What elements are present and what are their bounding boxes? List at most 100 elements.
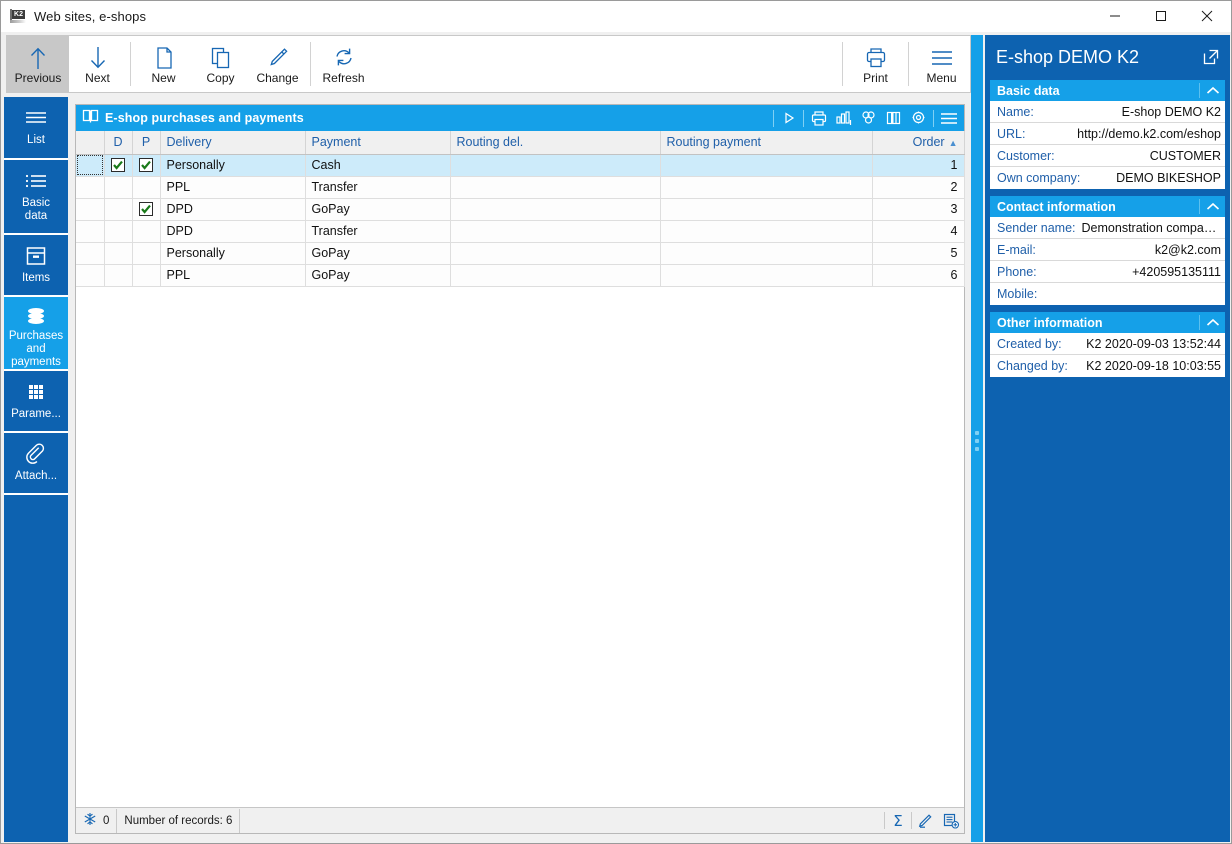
row-selector[interactable] xyxy=(76,242,105,265)
settings-gear-icon[interactable] xyxy=(906,106,931,130)
cell-order[interactable]: 3 xyxy=(872,198,965,221)
print-button[interactable]: Print xyxy=(847,36,904,92)
cell-p[interactable] xyxy=(132,154,161,177)
pivot-cubes-icon[interactable] xyxy=(856,106,881,130)
cell-payment[interactable]: GoPay xyxy=(305,198,451,221)
cell-payment[interactable]: GoPay xyxy=(305,264,451,287)
row-selector[interactable] xyxy=(76,264,105,287)
cell-delivery[interactable]: PPL xyxy=(160,264,306,287)
cell-d[interactable] xyxy=(104,176,133,199)
column-header-rowselect[interactable] xyxy=(76,131,105,155)
cell-payment[interactable]: GoPay xyxy=(305,242,451,265)
new-button[interactable]: New xyxy=(135,36,192,92)
cell-d[interactable] xyxy=(104,264,133,287)
cell-routing-del[interactable] xyxy=(450,154,661,177)
cell-d[interactable] xyxy=(104,220,133,243)
cell-routing-del[interactable] xyxy=(450,242,661,265)
cell-routing-payment[interactable] xyxy=(660,242,873,265)
printer-icon[interactable] xyxy=(806,106,831,130)
column-header-routing-del[interactable]: Routing del. xyxy=(450,131,661,155)
cell-delivery[interactable]: DPD xyxy=(160,220,306,243)
table-row[interactable]: DPD GoPay 3 xyxy=(76,198,965,221)
columns-icon[interactable] xyxy=(881,106,906,130)
cell-delivery[interactable]: Personally xyxy=(160,242,306,265)
column-header-delivery[interactable]: Delivery xyxy=(160,131,306,155)
pencil-edit-icon[interactable] xyxy=(912,809,938,833)
previous-button[interactable]: Previous xyxy=(7,36,69,92)
checkbox-checked[interactable] xyxy=(139,202,153,217)
sidebar-item-list[interactable]: List xyxy=(4,97,68,160)
column-header-order[interactable]: Order ▲ xyxy=(872,131,965,155)
new-record-icon[interactable] xyxy=(938,809,964,833)
cell-p[interactable] xyxy=(132,176,161,199)
chevron-up-icon[interactable] xyxy=(1199,315,1225,330)
next-button[interactable]: Next xyxy=(69,36,126,92)
cell-delivery[interactable]: Personally xyxy=(160,154,306,177)
copy-button[interactable]: Copy xyxy=(192,36,249,92)
hamburger-menu-icon[interactable] xyxy=(936,106,961,130)
sidebar-item-attachments[interactable]: Attach... xyxy=(4,433,68,495)
cell-routing-del[interactable] xyxy=(450,176,661,199)
row-selector[interactable] xyxy=(76,154,105,177)
table-row[interactable]: Personally Cash 1 xyxy=(76,154,965,177)
cell-routing-payment[interactable] xyxy=(660,198,873,221)
cell-routing-del[interactable] xyxy=(450,198,661,221)
column-header-d[interactable]: D xyxy=(104,131,133,155)
column-header-payment[interactable]: Payment xyxy=(305,131,451,155)
checkbox-checked[interactable] xyxy=(111,158,125,173)
cell-order[interactable]: 2 xyxy=(872,176,965,199)
chevron-up-icon[interactable] xyxy=(1199,199,1225,214)
cell-order[interactable]: 4 xyxy=(872,220,965,243)
table-row[interactable]: Personally GoPay 5 xyxy=(76,242,965,265)
row-selector[interactable] xyxy=(76,220,105,243)
info-section-header[interactable]: Contact information xyxy=(990,196,1225,217)
table-row[interactable]: PPL GoPay 6 xyxy=(76,264,965,287)
table-row[interactable]: PPL Transfer 2 xyxy=(76,176,965,199)
sidebar-item-purchases-and-payments[interactable]: Purchases and payments xyxy=(4,297,68,371)
cell-payment[interactable]: Transfer xyxy=(305,176,451,199)
cell-d[interactable] xyxy=(104,154,133,177)
bar-chart-icon[interactable] xyxy=(831,106,856,130)
sidebar-item-basic-data[interactable]: Basic data xyxy=(4,160,68,235)
cell-delivery[interactable]: DPD xyxy=(160,198,306,221)
row-selector[interactable] xyxy=(76,198,105,221)
checkbox-checked[interactable] xyxy=(139,158,153,173)
cell-order[interactable]: 5 xyxy=(872,242,965,265)
sidebar-item-items[interactable]: Items xyxy=(4,235,68,297)
sum-sigma-icon[interactable]: Σ xyxy=(885,809,911,833)
column-header-routing-payment[interactable]: Routing payment xyxy=(660,131,873,155)
cell-order[interactable]: 6 xyxy=(872,264,965,287)
panel-splitter[interactable] xyxy=(971,35,983,842)
close-icon[interactable] xyxy=(1184,1,1230,31)
info-section-header[interactable]: Other information xyxy=(990,312,1225,333)
cell-routing-payment[interactable] xyxy=(660,154,873,177)
open-external-icon[interactable] xyxy=(1198,44,1224,70)
cell-p[interactable] xyxy=(132,242,161,265)
maximize-icon[interactable] xyxy=(1138,1,1184,31)
cell-routing-payment[interactable] xyxy=(660,220,873,243)
minimize-icon[interactable] xyxy=(1092,1,1138,31)
cell-d[interactable] xyxy=(104,198,133,221)
chevron-up-icon[interactable] xyxy=(1199,83,1225,98)
table-row[interactable]: DPD Transfer 4 xyxy=(76,220,965,243)
cell-routing-del[interactable] xyxy=(450,220,661,243)
frozen-count-cell[interactable]: 0 xyxy=(76,808,118,833)
cell-p[interactable] xyxy=(132,264,161,287)
cell-p[interactable] xyxy=(132,198,161,221)
column-header-p[interactable]: P xyxy=(132,131,161,155)
sidebar-item-parameters[interactable]: Parame... xyxy=(4,371,68,433)
change-button[interactable]: Change xyxy=(249,36,306,92)
cell-order[interactable]: 1 xyxy=(872,154,965,177)
cell-routing-del[interactable] xyxy=(450,264,661,287)
play-triangle-icon[interactable] xyxy=(776,106,801,130)
refresh-button[interactable]: Refresh xyxy=(315,36,372,92)
cell-p[interactable] xyxy=(132,220,161,243)
row-selector[interactable] xyxy=(76,176,105,199)
cell-routing-payment[interactable] xyxy=(660,176,873,199)
info-section-header[interactable]: Basic data xyxy=(990,80,1225,101)
cell-routing-payment[interactable] xyxy=(660,264,873,287)
cell-payment[interactable]: Cash xyxy=(305,154,451,177)
cell-delivery[interactable]: PPL xyxy=(160,176,306,199)
menu-button[interactable]: Menu xyxy=(913,36,970,92)
cell-payment[interactable]: Transfer xyxy=(305,220,451,243)
